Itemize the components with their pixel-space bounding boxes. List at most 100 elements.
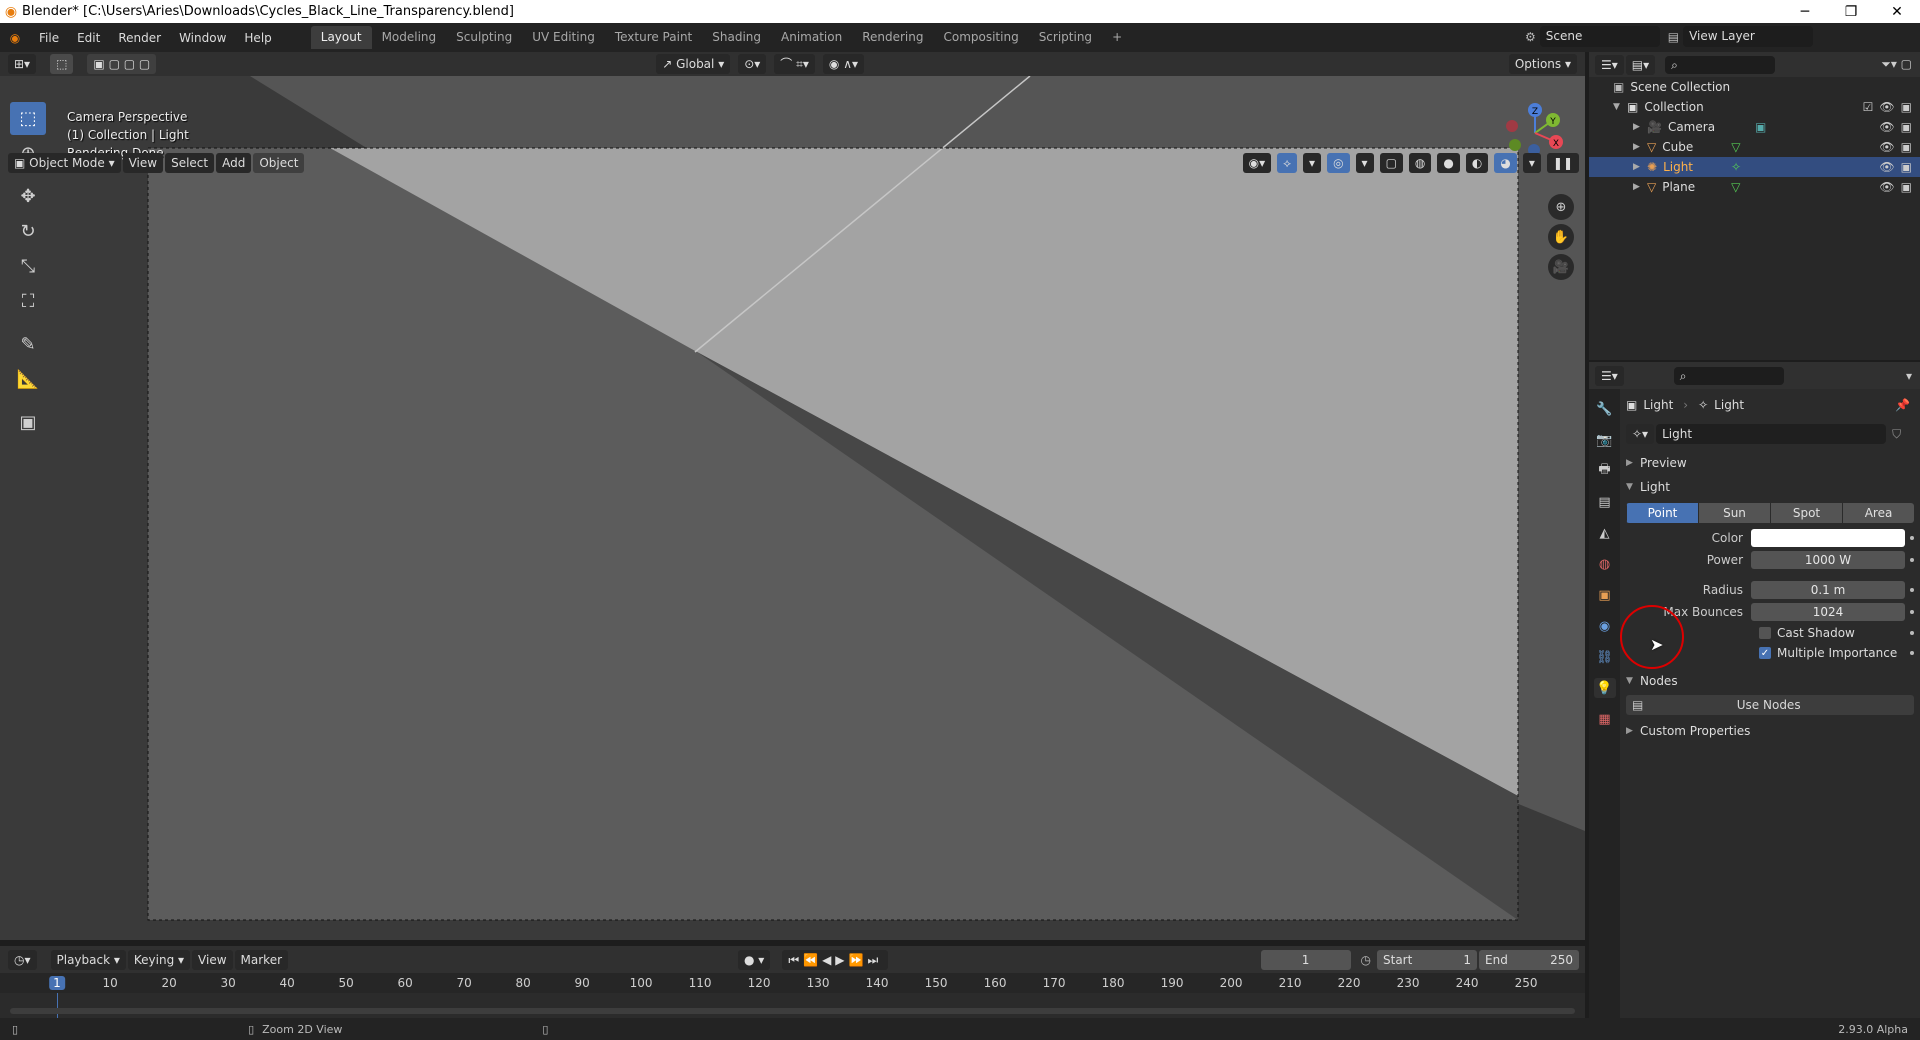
use-nodes-button[interactable]: ▤ Use Nodes bbox=[1626, 695, 1914, 715]
light-type-spot[interactable]: Spot bbox=[1770, 503, 1842, 523]
timeline-editor-icon[interactable]: ◷▾ bbox=[8, 949, 37, 970]
world-tab-icon[interactable]: ◍ bbox=[1594, 554, 1616, 574]
texture-tab-icon[interactable]: ▦ bbox=[1594, 709, 1616, 729]
keyframe-dot-icon[interactable] bbox=[1910, 631, 1914, 635]
outliner-search-input[interactable]: ⌕ bbox=[1665, 55, 1776, 74]
editor-type-icon[interactable]: ⊞▾ bbox=[8, 54, 37, 74]
expand-arrow-icon[interactable]: ▶ bbox=[1633, 122, 1647, 132]
collapse-arrow-icon[interactable]: ▼ bbox=[1613, 102, 1627, 112]
shading-rendered-icon[interactable]: ◕ bbox=[1494, 153, 1517, 173]
gizmo-toggle-icon[interactable]: ⟡ bbox=[1277, 153, 1298, 173]
eye-icon[interactable]: 👁 bbox=[1879, 160, 1894, 174]
camera-render-icon[interactable]: ▣ bbox=[1901, 160, 1912, 174]
object-tab-icon[interactable]: ▣ bbox=[1594, 585, 1616, 605]
overlay-toggle-icon[interactable]: ◎ bbox=[1327, 153, 1350, 173]
menu-render[interactable]: Render bbox=[109, 27, 170, 49]
menu-edit[interactable]: Edit bbox=[68, 27, 109, 49]
radius-field[interactable]: 0.1 m bbox=[1751, 581, 1905, 599]
camera-render-icon[interactable]: ▣ bbox=[1901, 180, 1912, 194]
properties-search-input[interactable]: ⌕ bbox=[1673, 366, 1784, 385]
keyframe-dot-icon[interactable] bbox=[1910, 558, 1914, 562]
tab-sculpting[interactable]: Sculpting bbox=[446, 26, 522, 49]
properties-editor-icon[interactable]: ☰▾ bbox=[1595, 365, 1624, 386]
scene-tab-icon[interactable]: ◭ bbox=[1594, 523, 1616, 543]
tab-scripting[interactable]: Scripting bbox=[1029, 26, 1102, 49]
menu-view[interactable]: View bbox=[122, 153, 164, 173]
display-mode-icon[interactable]: ▤▾ bbox=[1625, 54, 1656, 75]
playback-controls-icons[interactable]: ⏮⏪◀▶⏩⏭ bbox=[782, 949, 889, 970]
transform-orientation-dropdown[interactable]: ↗ Global ▾ bbox=[656, 54, 731, 74]
camera-view-icon[interactable]: 🎥 bbox=[1548, 254, 1574, 280]
snap-icon[interactable]: ⌒ ⌗▾ bbox=[774, 54, 815, 74]
pause-render-icon[interactable]: ❚❚ bbox=[1546, 153, 1579, 173]
fake-user-icon[interactable]: ⛉ bbox=[1892, 427, 1901, 442]
keyframe-dot-icon[interactable] bbox=[1910, 610, 1914, 614]
tab-animation[interactable]: Animation bbox=[771, 26, 852, 49]
menu-select[interactable]: Select bbox=[165, 153, 215, 173]
minimize-button[interactable]: ─ bbox=[1782, 4, 1828, 20]
outliner-item-plane[interactable]: ▶ ▽ Plane ▽ 👁 ▣ bbox=[1589, 177, 1920, 197]
options-dropdown[interactable]: Options ▾ bbox=[1508, 54, 1577, 74]
outliner-item-cube[interactable]: ▶ ▽ Cube ▽ 👁 ▣ bbox=[1589, 137, 1920, 157]
eye-icon[interactable]: 👁 bbox=[1879, 120, 1894, 134]
expand-arrow-icon[interactable]: ▶ bbox=[1633, 142, 1647, 152]
camera-render-icon[interactable]: ▣ bbox=[1901, 100, 1912, 114]
xray-icon[interactable]: ▢ bbox=[1379, 153, 1403, 173]
shading-material-icon[interactable]: ◐ bbox=[1465, 153, 1489, 173]
tab-shading[interactable]: Shading bbox=[702, 26, 771, 49]
color-swatch[interactable] bbox=[1751, 529, 1905, 547]
timeline-scrollbar[interactable] bbox=[10, 1008, 1575, 1014]
power-field[interactable]: 1000 W bbox=[1751, 551, 1905, 569]
max-bounces-field[interactable]: 1024 bbox=[1751, 603, 1905, 621]
keyframe-dot-icon[interactable] bbox=[1910, 651, 1914, 655]
object-mode-dropdown[interactable]: ▣ Object Mode ▾ bbox=[8, 153, 121, 173]
select-box-icon[interactable]: ⬚ bbox=[50, 54, 74, 74]
custom-properties-header[interactable]: ▶ Custom Properties bbox=[1626, 719, 1920, 743]
menu-file[interactable]: File bbox=[30, 27, 68, 49]
tab-texture-paint[interactable]: Texture Paint bbox=[605, 26, 702, 49]
menu-help[interactable]: Help bbox=[235, 27, 280, 49]
3d-viewport[interactable]: Camera Perspective (1) Collection | Ligh… bbox=[0, 76, 1585, 940]
light-type-area[interactable]: Area bbox=[1842, 503, 1914, 523]
timeline-area[interactable]: 1 10 20 30 40 50 60 70 80 90 100 110 120 130 140 150 160… bbox=[0, 973, 1585, 1018]
outliner-collection[interactable]: ▼ ▣ Collection ☑ 👁 ▣ bbox=[1589, 97, 1920, 117]
playback-dropdown[interactable]: Playback ▾ bbox=[50, 949, 126, 970]
transform-tool-icon[interactable]: ⛶ bbox=[10, 285, 46, 318]
keyframe-dot-icon[interactable] bbox=[1910, 536, 1914, 540]
marker-menu[interactable]: Marker bbox=[234, 949, 289, 970]
playhead[interactable] bbox=[57, 993, 58, 1018]
add-workspace-icon[interactable]: + bbox=[1102, 26, 1132, 49]
camera-render-icon[interactable]: ▣ bbox=[1901, 140, 1912, 154]
render-tab-icon[interactable]: 📷 bbox=[1594, 430, 1616, 450]
overlay-dropdown-icon[interactable]: ▾ bbox=[1355, 153, 1374, 173]
expand-arrow-icon[interactable]: ▶ bbox=[1633, 182, 1647, 192]
menu-object[interactable]: Object bbox=[253, 153, 305, 173]
nodes-panel-header[interactable]: ▼ Nodes bbox=[1626, 669, 1920, 693]
properties-options-icon[interactable]: ▾ bbox=[1906, 369, 1912, 383]
shading-wireframe-icon[interactable]: ◍ bbox=[1408, 153, 1432, 173]
tool-tab-icon[interactable]: 🔧 bbox=[1594, 399, 1616, 419]
pin-icon[interactable]: 📌 bbox=[1895, 398, 1910, 412]
measure-tool-icon[interactable]: 📐 bbox=[10, 363, 46, 396]
outliner-scene-collection[interactable]: ▣ Scene Collection bbox=[1589, 77, 1920, 97]
start-frame-field[interactable]: Start 1 bbox=[1377, 949, 1477, 970]
end-frame-field[interactable]: End 250 bbox=[1479, 949, 1579, 970]
selection-mode-icons[interactable]: ▣ ▢ ▢ ▢ bbox=[87, 54, 157, 74]
keying-dropdown[interactable]: Keying ▾ bbox=[127, 949, 191, 970]
keyframe-dot-icon[interactable] bbox=[1910, 588, 1914, 592]
current-frame-field[interactable]: 1 bbox=[1260, 949, 1351, 970]
shading-solid-icon[interactable]: ● bbox=[1437, 153, 1460, 173]
light-data-tab-icon[interactable]: 💡 bbox=[1593, 678, 1616, 698]
outliner-item-camera[interactable]: ▶ 🎥 Camera ▣ 👁 ▣ bbox=[1589, 117, 1920, 137]
gizmo-dropdown-icon[interactable]: ▾ bbox=[1303, 153, 1322, 173]
move-tool-icon[interactable]: ✥ bbox=[10, 180, 46, 213]
camera-render-icon[interactable]: ▣ bbox=[1901, 120, 1912, 134]
close-button[interactable]: ✕ bbox=[1874, 4, 1920, 20]
record-icon[interactable]: ● ▾ bbox=[738, 949, 771, 970]
rotate-tool-icon[interactable]: ↻ bbox=[10, 215, 46, 248]
blender-menu-icon[interactable]: ◉ bbox=[0, 31, 30, 45]
checkbox-icon[interactable]: ☑ bbox=[1863, 100, 1874, 114]
scene-field[interactable]: Scene bbox=[1539, 26, 1660, 47]
cast-shadow-checkbox[interactable]: Cast Shadow bbox=[1759, 623, 1920, 643]
eye-icon[interactable]: 👁 bbox=[1879, 180, 1894, 194]
